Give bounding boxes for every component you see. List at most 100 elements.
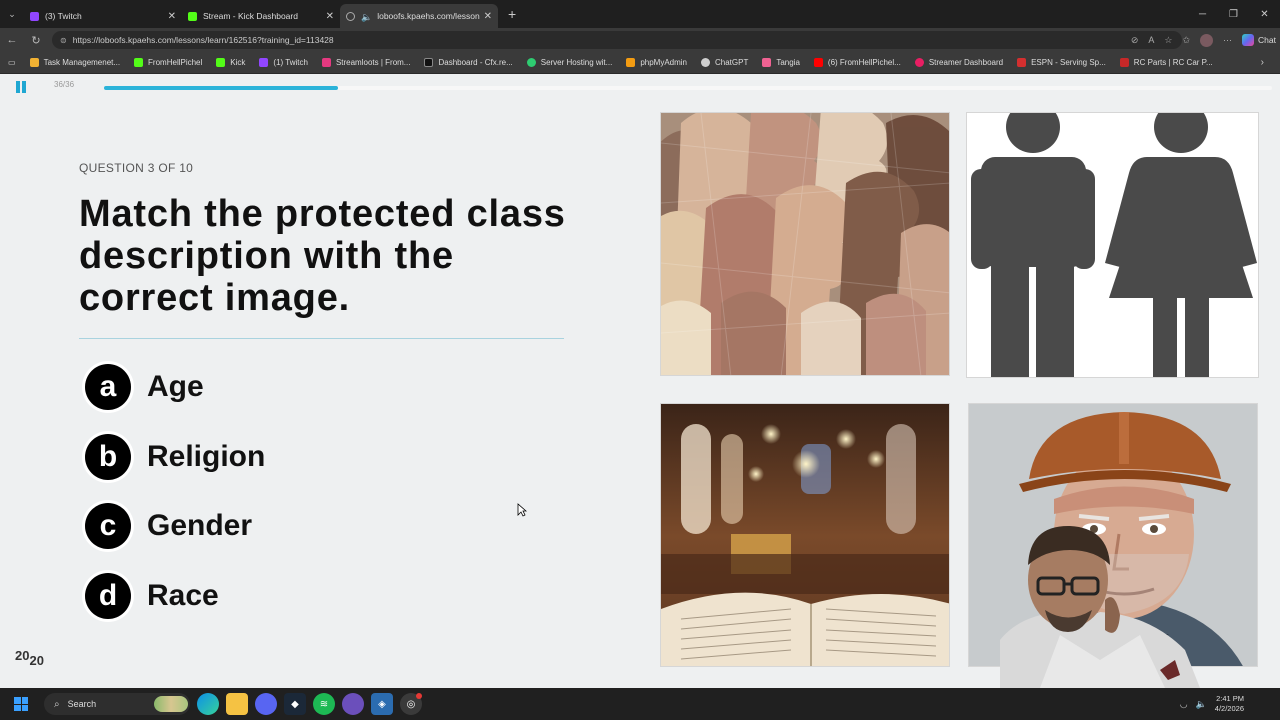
refresh-icon[interactable]: ↻ bbox=[24, 28, 48, 52]
option-a[interactable]: a Age bbox=[82, 360, 342, 414]
favorite-star-icon[interactable]: ☆ bbox=[1164, 35, 1172, 46]
tab-kick-dashboard[interactable]: Stream - Kick Dashboard ✕ bbox=[182, 4, 340, 28]
bookmark-label: (1) Twitch bbox=[273, 58, 308, 67]
option-c[interactable]: c Gender bbox=[82, 499, 342, 553]
bookmark-label: phpMyAdmin bbox=[640, 58, 687, 67]
bookmark-chatgpt[interactable]: ChatGPT bbox=[701, 58, 748, 67]
speaker-icon[interactable]: 🔈 bbox=[361, 12, 372, 22]
option-letter: d bbox=[85, 573, 131, 619]
spotify-icon[interactable]: ≋ bbox=[313, 693, 335, 715]
tab-label: (3) Twitch bbox=[45, 11, 82, 21]
option-letter: a bbox=[85, 364, 131, 410]
option-letter-badge: d bbox=[82, 570, 134, 622]
back-icon[interactable]: ← bbox=[0, 28, 24, 52]
tab-twitch[interactable]: (3) Twitch ✕ bbox=[24, 4, 182, 28]
search-icon: ⌕ bbox=[54, 698, 60, 710]
gender-pictogram bbox=[967, 113, 1258, 377]
system-tray: ◡ 🔈 2:41 PM 4/2/2026 bbox=[1180, 688, 1280, 720]
notification-dot bbox=[416, 693, 422, 699]
option-letter-badge: a bbox=[82, 361, 134, 413]
obs-icon[interactable]: ◎ bbox=[400, 693, 422, 715]
espn-icon bbox=[1017, 58, 1027, 67]
option-b[interactable]: b Religion bbox=[82, 430, 342, 484]
bookmark-twitch[interactable]: (1) Twitch bbox=[259, 58, 308, 67]
discord-icon[interactable] bbox=[255, 693, 277, 715]
profile-avatar[interactable] bbox=[1200, 33, 1214, 47]
edge-icon[interactable] bbox=[197, 693, 219, 715]
volume-icon[interactable]: 🔈 bbox=[1196, 699, 1207, 710]
chevron-right-icon[interactable]: › bbox=[1261, 57, 1264, 68]
bookmark-rc-parts[interactable]: RC Parts | RC Car P... bbox=[1119, 58, 1213, 67]
youtube-icon bbox=[813, 58, 823, 67]
option-label: Religion bbox=[147, 440, 266, 473]
file-explorer-icon[interactable] bbox=[226, 693, 248, 715]
pause-icon[interactable] bbox=[16, 81, 28, 93]
site-info-icon[interactable]: ⊜ bbox=[60, 36, 67, 45]
bookmark-cfx-dashboard[interactable]: Dashboard - Cfx.re... bbox=[424, 58, 513, 67]
score-display: 2020 bbox=[15, 648, 44, 668]
bookmark-streamer-dashboard[interactable]: Streamer Dashboard bbox=[914, 58, 1004, 67]
more-menu-icon[interactable]: ⋯ bbox=[1223, 35, 1232, 46]
bookmark-label: ChatGPT bbox=[715, 58, 749, 67]
search-label: Search bbox=[67, 699, 97, 709]
close-icon[interactable]: ✕ bbox=[326, 11, 334, 22]
bookmark-label: Streamer Dashboard bbox=[928, 58, 1004, 67]
twitch-icon bbox=[30, 11, 39, 21]
search-highlight-image bbox=[154, 696, 188, 712]
paper-faces-image[interactable] bbox=[660, 112, 950, 376]
sidebar-toggle-icon[interactable]: ▭ bbox=[8, 58, 16, 67]
option-d[interactable]: d Race bbox=[82, 569, 342, 623]
option-letter: c bbox=[85, 503, 131, 549]
bookmark-server-hosting[interactable]: Server Hosting wit... bbox=[526, 58, 613, 67]
address-bar-actions: ⊘ A ☆ ✩ ⋯ Chat bbox=[1131, 31, 1276, 49]
bookmark-streamloots[interactable]: Streamloots | From... bbox=[321, 58, 410, 67]
tracking-prevention-icon[interactable]: ⊘ bbox=[1131, 35, 1139, 46]
url-field[interactable]: ⊜ https://loboofs.kpaehs.com/lessons/lea… bbox=[52, 31, 1182, 49]
bookmark-espn[interactable]: ESPN - Serving Sp... bbox=[1017, 58, 1106, 67]
bookmark-kick[interactable]: Kick bbox=[216, 58, 245, 67]
streamer-webcam-feed bbox=[1000, 525, 1200, 688]
divider bbox=[79, 338, 564, 339]
close-icon[interactable]: ✕ bbox=[168, 11, 176, 22]
bookmark-label: Dashboard - Cfx.re... bbox=[438, 58, 513, 67]
bookmark-task-management[interactable]: Task Managemenet... bbox=[29, 58, 121, 67]
man-woman-restroom-icon[interactable] bbox=[966, 112, 1259, 378]
steam-icon[interactable]: ◆ bbox=[284, 693, 306, 715]
bookmark-youtube[interactable]: (6) FromHellPichel... bbox=[813, 58, 901, 67]
rc-parts-icon bbox=[1119, 58, 1129, 67]
church-bible-image[interactable] bbox=[660, 403, 950, 667]
option-label: Race bbox=[147, 579, 219, 612]
clock-time: 2:41 PM bbox=[1216, 694, 1244, 703]
restore-icon[interactable]: ❐ bbox=[1218, 0, 1249, 28]
close-window-icon[interactable]: ✕ bbox=[1249, 0, 1280, 28]
minimize-icon[interactable]: ─ bbox=[1187, 0, 1218, 28]
app-icon[interactable]: ◈ bbox=[371, 693, 393, 715]
bookmark-tangia[interactable]: Tangia bbox=[762, 58, 800, 67]
option-letter-badge: b bbox=[82, 431, 134, 483]
paper-faces-illustration bbox=[661, 113, 949, 375]
windows-start-icon[interactable] bbox=[14, 697, 28, 711]
copilot-chat-button[interactable]: Chat bbox=[1242, 34, 1276, 46]
twitch-icon bbox=[259, 58, 269, 67]
church-interior-illustration bbox=[661, 404, 949, 666]
close-icon[interactable]: ✕ bbox=[484, 11, 492, 22]
server-icon bbox=[526, 58, 536, 67]
tab-lesson[interactable]: 🔈 loboofs.kpaehs.com/lessons/l ✕ bbox=[340, 4, 498, 28]
option-letter-badge: c bbox=[82, 500, 134, 552]
favorites-icon[interactable]: ✩ bbox=[1182, 35, 1190, 46]
app-icon[interactable] bbox=[342, 693, 364, 715]
taskbar-search[interactable]: ⌕ Search bbox=[44, 693, 190, 715]
kick-icon bbox=[216, 58, 226, 67]
wifi-icon[interactable]: ◡ bbox=[1180, 699, 1188, 710]
tab-actions-menu[interactable]: ⌄ bbox=[0, 0, 24, 28]
taskbar-clock[interactable]: 2:41 PM 4/2/2026 bbox=[1215, 694, 1244, 714]
bookmark-phpmyadmin[interactable]: phpMyAdmin bbox=[626, 58, 687, 67]
bookmark-label: Server Hosting wit... bbox=[540, 58, 613, 67]
bookmarks-bar: ▭ Task Managemenet... FromHellPichel Kic… bbox=[0, 52, 1280, 74]
bookmark-label: Task Managemenet... bbox=[43, 58, 121, 67]
dashboard-icon bbox=[914, 58, 924, 67]
phpmyadmin-icon bbox=[626, 58, 636, 67]
read-aloud-icon[interactable]: A bbox=[1148, 35, 1154, 45]
bookmark-fromhellpichel[interactable]: FromHellPichel bbox=[134, 58, 202, 67]
new-tab-button[interactable]: + bbox=[508, 6, 516, 22]
